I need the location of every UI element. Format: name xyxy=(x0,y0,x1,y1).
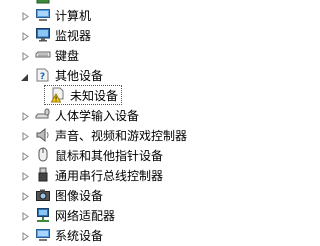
keyboard-icon xyxy=(35,47,51,63)
tree-item-other-devices[interactable]: ? 其他设备 xyxy=(0,65,301,86)
hid-icon xyxy=(35,107,51,123)
tree-item-label: 通用串行总线控制器 xyxy=(55,169,164,183)
tree-item-label: 系统设备 xyxy=(55,229,104,243)
expand-arrow-icon[interactable] xyxy=(21,110,30,121)
expand-arrow-icon[interactable] xyxy=(21,50,30,61)
expand-arrow-icon[interactable] xyxy=(21,130,30,141)
tree-item-hid[interactable]: 人体学输入设备 xyxy=(0,105,301,126)
unknown-device-icon: ? xyxy=(35,67,51,83)
device-tree: 计算机 监视器 键盘 ? 其他设备 未知设备 人体学输入设备 声音、视频和游戏控… xyxy=(0,0,301,243)
expand-arrow-icon[interactable] xyxy=(21,150,30,161)
mouse-icon xyxy=(35,146,51,162)
system-device-icon xyxy=(35,227,51,243)
collapse-arrow-icon[interactable] xyxy=(20,71,29,81)
computer-icon xyxy=(35,7,51,23)
tree-item-label: 人体学输入设备 xyxy=(55,109,140,123)
tree-item-imaging-devices[interactable]: 图像设备 xyxy=(0,185,301,206)
tree-item-mouse[interactable]: 鼠标和其他指针设备 xyxy=(0,145,301,166)
expand-arrow-icon[interactable] xyxy=(21,30,30,41)
tree-item-label: 计算机 xyxy=(55,9,92,23)
tree-item-unknown-device[interactable]: 未知设备 xyxy=(0,85,301,106)
expand-arrow-icon[interactable] xyxy=(21,210,30,221)
tree-item-label: 声音、视频和游戏控制器 xyxy=(55,129,188,143)
expand-arrow-icon[interactable] xyxy=(21,190,30,201)
svg-text:?: ? xyxy=(40,72,45,82)
usb-icon xyxy=(35,167,51,183)
network-adapter-icon xyxy=(35,207,51,223)
camera-icon xyxy=(35,187,51,203)
tree-item-computer[interactable]: 计算机 xyxy=(0,5,301,26)
expand-arrow-icon[interactable] xyxy=(21,230,30,241)
tree-item-label: 其他设备 xyxy=(55,69,104,83)
tree-item-label: 鼠标和其他指针设备 xyxy=(55,149,164,163)
tree-item-keyboard[interactable]: 键盘 xyxy=(0,45,301,66)
speaker-icon xyxy=(35,127,51,143)
tree-item-label: 未知设备 xyxy=(70,89,119,103)
tree-item-label: 键盘 xyxy=(55,49,80,63)
monitor-icon xyxy=(35,27,51,43)
tree-item-label: 监视器 xyxy=(55,29,92,43)
tree-item-label: 网络适配器 xyxy=(55,209,116,223)
tree-item-sound-video-game[interactable]: 声音、视频和游戏控制器 xyxy=(0,125,301,146)
tree-item-monitor[interactable]: 监视器 xyxy=(0,25,301,46)
expand-arrow-icon[interactable] xyxy=(21,170,30,181)
warning-device-icon xyxy=(50,87,66,103)
tree-item-network-adapters[interactable]: 网络适配器 xyxy=(0,205,301,226)
tree-item-usb-controllers[interactable]: 通用串行总线控制器 xyxy=(0,165,301,186)
tree-item-label: 图像设备 xyxy=(55,189,104,203)
expand-arrow-icon[interactable] xyxy=(21,10,30,21)
